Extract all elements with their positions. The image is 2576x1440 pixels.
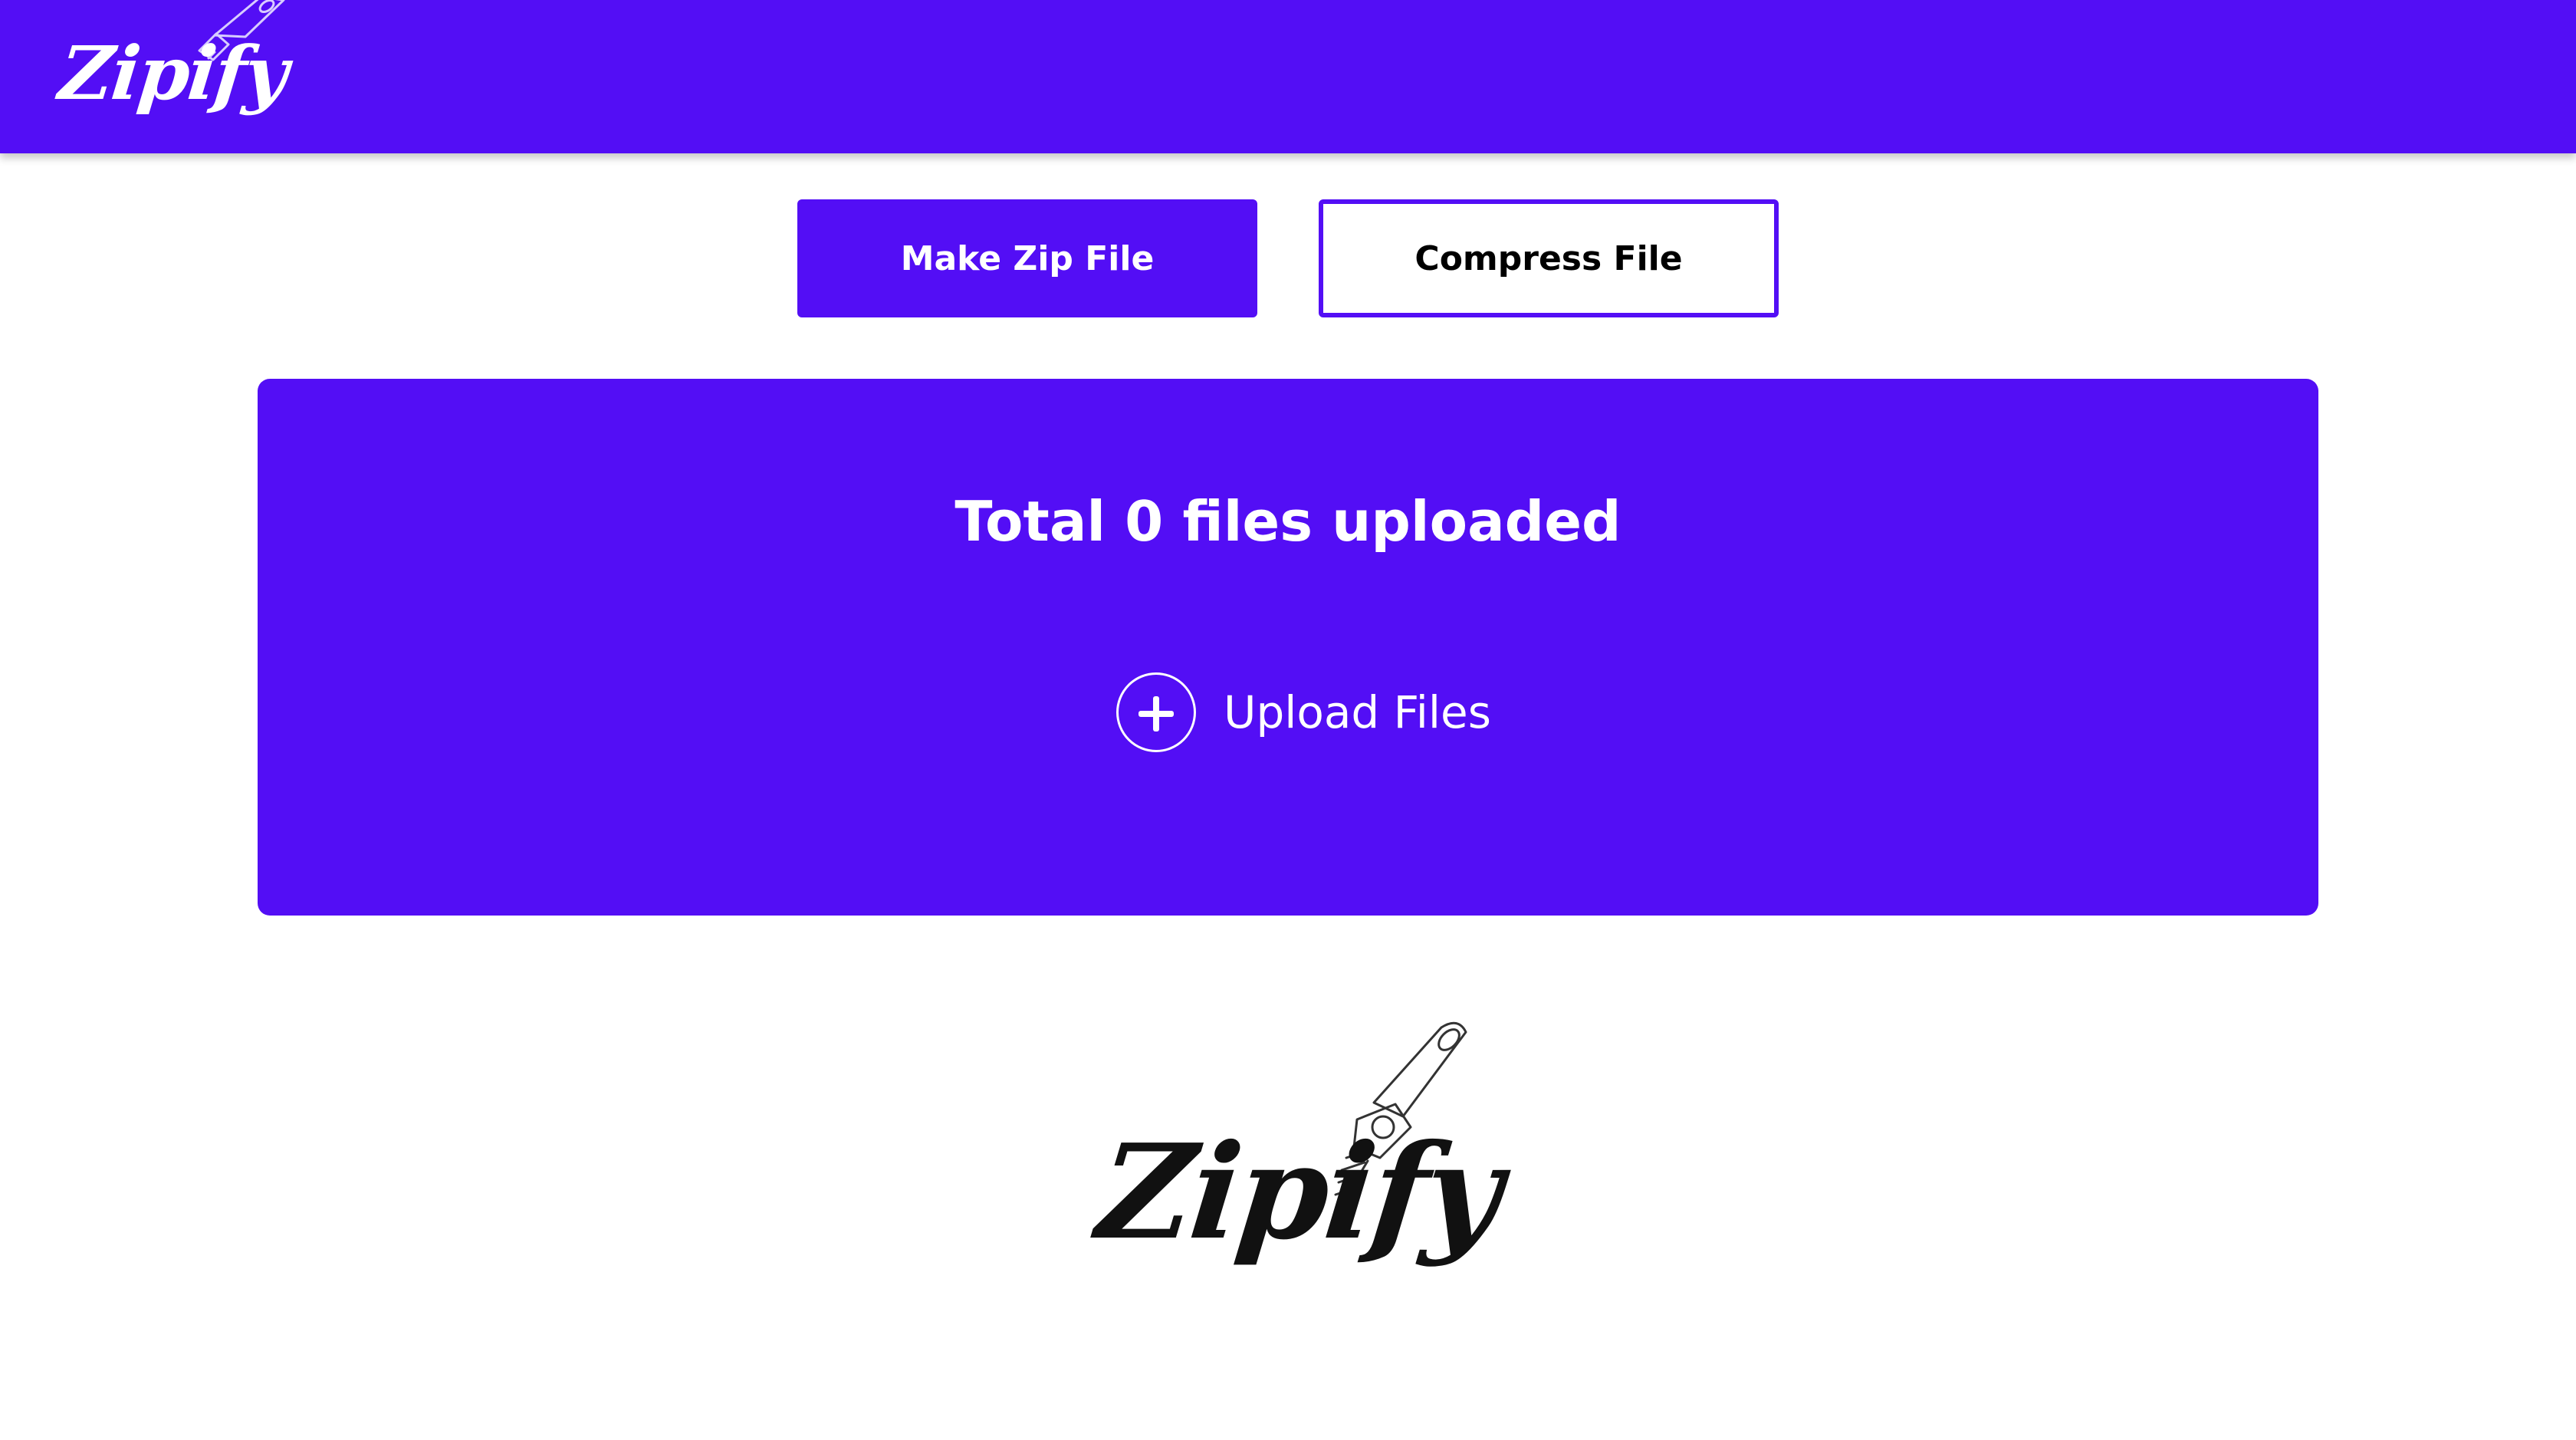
make-zip-button[interactable]: Make Zip File (797, 199, 1257, 317)
upload-files-label[interactable]: Upload Files (1224, 690, 1491, 735)
plus-circle-icon[interactable] (1116, 672, 1196, 752)
footer-logo-text: Zipify (1091, 1116, 1506, 1269)
uploaded-count-title: Total 0 files uploaded (955, 489, 1622, 554)
upload-panel[interactable]: Total 0 files uploaded Upload Files (258, 379, 2318, 916)
mode-toggle: Make Zip File Compress File (0, 199, 2576, 317)
upload-files-button[interactable]: Upload Files (1116, 670, 1491, 755)
header-logo[interactable]: Zipify (54, 0, 291, 146)
top-navbar: Zipify (0, 0, 2576, 153)
logo-text: Zipify (55, 30, 291, 117)
compress-file-button[interactable]: Compress File (1319, 199, 1779, 317)
footer-logo: Zipify (1089, 1012, 1506, 1304)
